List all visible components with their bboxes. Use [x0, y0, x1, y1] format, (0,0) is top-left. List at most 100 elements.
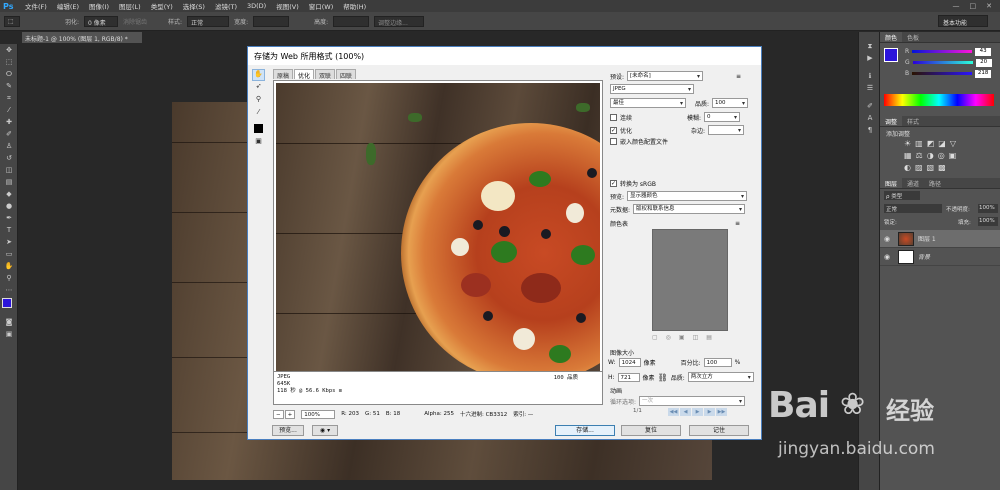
- zoom-select[interactable]: 100%: [301, 409, 336, 419]
- trash-icon[interactable]: ▤: [706, 334, 712, 341]
- menu-filter[interactable]: 滤镜(T): [210, 1, 242, 11]
- menu-type[interactable]: 类型(Y): [146, 1, 178, 11]
- constrain-link-icon[interactable]: ⛓: [658, 373, 668, 382]
- blend-mode-select[interactable]: 正常: [884, 204, 942, 213]
- zoom-out-icon[interactable]: −: [273, 409, 284, 419]
- properties-icon[interactable]: ☰: [859, 82, 881, 94]
- actions-icon[interactable]: ▶: [859, 52, 881, 64]
- clone-stamp-icon[interactable]: ♙: [0, 140, 18, 152]
- eyedropper-icon[interactable]: ⁄: [252, 108, 265, 120]
- last-frame-icon[interactable]: ▶▶: [716, 408, 727, 416]
- marquee-tool-icon[interactable]: ⬚: [4, 15, 20, 27]
- foreground-color[interactable]: [2, 298, 12, 308]
- browser-select[interactable]: ◉ ▾: [312, 425, 338, 436]
- eyedropper-icon[interactable]: ⁄: [0, 104, 18, 116]
- image-preview[interactable]: [273, 80, 603, 372]
- brush-preset-icon[interactable]: ✐: [859, 100, 881, 112]
- menu-layer[interactable]: 图层(L): [114, 1, 146, 11]
- lasso-tool-icon[interactable]: ⵔ: [0, 68, 18, 80]
- document-tab[interactable]: 未标题-1 @ 100% (图层 1, RGB/8) *: [22, 32, 142, 43]
- map-color-icon[interactable]: ▢: [652, 334, 658, 341]
- width-input[interactable]: 1024: [618, 358, 641, 367]
- crop-tool-icon[interactable]: ⌗: [0, 92, 18, 104]
- convert-srgb-checkbox[interactable]: ✓: [610, 180, 617, 187]
- tab-2up[interactable]: 双联: [315, 69, 336, 80]
- history-brush-icon[interactable]: ↺: [0, 152, 18, 164]
- slice-select-icon[interactable]: ➶: [252, 82, 265, 94]
- layer-name[interactable]: 背景: [918, 252, 930, 261]
- history-icon[interactable]: ⧗: [859, 40, 881, 52]
- quality-input[interactable]: 100: [712, 98, 749, 108]
- format-select[interactable]: JPEG: [610, 84, 694, 94]
- fill-input[interactable]: 100%: [978, 217, 998, 226]
- preview-button[interactable]: 预览...: [272, 425, 304, 436]
- visibility-eye-icon[interactable]: ◉: [884, 253, 894, 261]
- progressive-checkbox[interactable]: [610, 113, 617, 121]
- tab-optimized[interactable]: 优化: [294, 69, 315, 80]
- layer-row[interactable]: ◉ 背景: [880, 248, 1000, 266]
- save-button[interactable]: 存储...: [555, 425, 615, 436]
- pen-tool-icon[interactable]: ✒: [0, 212, 18, 224]
- menu-help[interactable]: 帮助(H): [338, 1, 371, 11]
- reset-button[interactable]: 复位: [621, 425, 681, 436]
- color-table[interactable]: [652, 229, 728, 331]
- g-slider[interactable]: [912, 61, 973, 64]
- next-frame-icon[interactable]: ▶: [704, 408, 715, 416]
- tab-adjustments[interactable]: 调整: [880, 116, 903, 126]
- tab-swatches[interactable]: 色板: [902, 32, 924, 42]
- color-spectrum[interactable]: [884, 94, 994, 106]
- play-icon[interactable]: ▶: [692, 408, 703, 416]
- tab-styles[interactable]: 样式: [902, 116, 924, 126]
- percent-input[interactable]: 100: [703, 358, 732, 367]
- type-tool-icon[interactable]: T: [0, 224, 18, 236]
- adjustment-icons[interactable]: ☀▥◩◪▽ ▦⚖◑◎▣ ◐▨▧▩: [904, 138, 960, 174]
- height-input[interactable]: 721: [617, 372, 640, 382]
- web-shift-icon[interactable]: ◎: [666, 334, 671, 341]
- quick-select-icon[interactable]: ✎: [0, 80, 18, 92]
- antialias-checkbox[interactable]: 消除锯齿: [123, 17, 147, 26]
- shape-tool-icon[interactable]: ▭: [0, 248, 18, 260]
- workspace-select[interactable]: 基本功能: [938, 15, 988, 27]
- tab-paths[interactable]: 路径: [924, 178, 946, 188]
- layer-name[interactable]: 图层 1: [918, 234, 936, 243]
- blur-tool-icon[interactable]: ◆: [0, 188, 18, 200]
- layer-kind-filter[interactable]: ρ 类型: [884, 191, 920, 200]
- first-frame-icon[interactable]: ◀◀: [668, 408, 679, 416]
- gradient-icon[interactable]: ▤: [0, 176, 18, 188]
- prev-frame-icon[interactable]: ◀: [680, 408, 691, 416]
- screen-mode-icon[interactable]: ▣: [0, 328, 18, 340]
- layer-row[interactable]: ◉ 图层 1: [880, 230, 1000, 248]
- maximize-icon[interactable]: □: [970, 2, 977, 10]
- character-icon[interactable]: A: [859, 112, 881, 124]
- lock-color-icon[interactable]: ▣: [679, 334, 685, 341]
- brush-tool-icon[interactable]: ✐: [0, 128, 18, 140]
- menu-edit[interactable]: 编辑(E): [52, 1, 84, 11]
- paragraph-icon[interactable]: ¶: [859, 124, 881, 136]
- menu-select[interactable]: 选择(S): [178, 1, 210, 11]
- opacity-input[interactable]: 100%: [978, 204, 998, 213]
- new-color-icon[interactable]: ◫: [693, 334, 699, 341]
- info-icon[interactable]: ℹ: [859, 70, 881, 82]
- b-value[interactable]: 218: [975, 69, 992, 78]
- tab-original[interactable]: 原稿: [273, 69, 294, 80]
- tab-color[interactable]: 颜色: [880, 32, 903, 42]
- resample-select[interactable]: 两次立方: [687, 372, 754, 382]
- hand-tool-icon[interactable]: ✋: [0, 260, 18, 272]
- tab-layers[interactable]: 图层: [880, 178, 903, 188]
- menu-image[interactable]: 图像(I): [84, 1, 114, 11]
- feather-input[interactable]: 0 像素: [84, 15, 119, 27]
- preview-menu-icon[interactable]: ≡: [339, 388, 342, 394]
- matte-select[interactable]: [708, 125, 745, 135]
- menu-3d[interactable]: 3D(D): [242, 2, 271, 10]
- embed-profile-checkbox[interactable]: [610, 138, 617, 145]
- quality-level-select[interactable]: 最佳: [610, 98, 686, 108]
- optimized-checkbox[interactable]: ✓: [610, 126, 617, 134]
- loop-select[interactable]: 一次: [639, 396, 746, 406]
- menu-window[interactable]: 窗口(W): [304, 1, 339, 11]
- preset-select[interactable]: [未命名]: [627, 71, 704, 81]
- hand-tool-icon[interactable]: ✋: [252, 69, 265, 81]
- r-slider[interactable]: [912, 50, 973, 53]
- tab-channels[interactable]: 通道: [902, 178, 924, 188]
- path-select-icon[interactable]: ➤: [0, 236, 18, 248]
- more-tools-icon[interactable]: ⋯: [0, 284, 18, 296]
